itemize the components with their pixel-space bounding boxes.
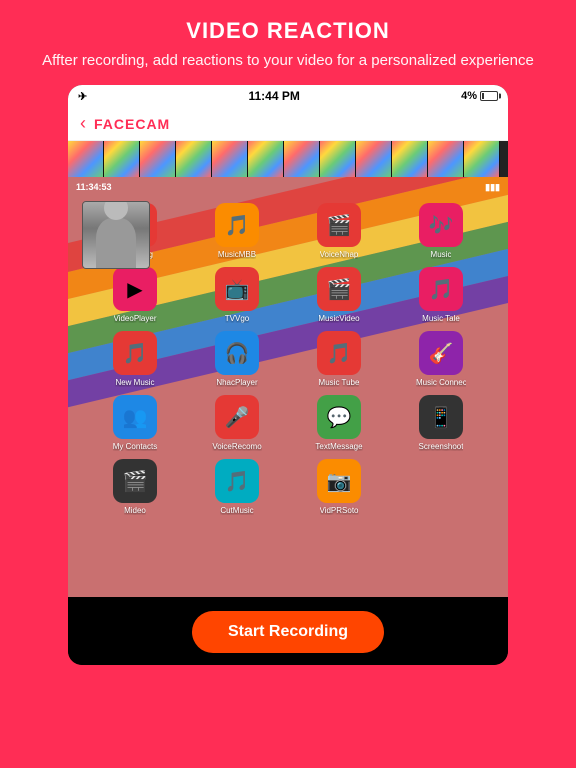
app-icon-label: Music Tube [319, 378, 360, 387]
header-section: VIDEO REACTION Affter recording, add rea… [0, 0, 576, 85]
app-icon-label: Music Connect [416, 378, 466, 387]
app-icon-img: 🎵 [215, 203, 259, 247]
list-item[interactable]: 🎸 Music Connect [394, 331, 488, 387]
list-item[interactable]: 📱 Screenshoot [394, 395, 488, 451]
list-item[interactable]: 🎤 VoiceRecomo [190, 395, 284, 451]
app-icon-label: TVVgo [225, 314, 249, 323]
app-icon-img: 📱 [419, 395, 463, 439]
back-button[interactable]: ‹ [80, 113, 86, 134]
app-icon-label: VoiceRecomo [212, 442, 261, 451]
list-item[interactable]: 👥 My Contacts [88, 395, 182, 451]
ios-screen: 11:34:53 ▮▮▮ 🔔 NhacTong 🎵 MusicMBB 🎬 Voi… [68, 177, 508, 597]
page-subtitle: Affter recording, add reactions to your … [30, 50, 546, 71]
filmstrip-cell [248, 141, 284, 177]
app-icon-label: TextMessage [315, 442, 362, 451]
list-item[interactable]: ▶ VideoPlayer [88, 267, 182, 323]
app-icon-label: My Contacts [113, 442, 157, 451]
battery-text: 4% [461, 90, 477, 102]
facecam-overlay [82, 201, 150, 269]
person-body [96, 218, 136, 268]
app-icon-label: MusicMBB [218, 250, 256, 259]
status-left: ✈ [78, 90, 87, 103]
filmstrip-cell [356, 141, 392, 177]
app-icon-img: 🎵 [113, 331, 157, 375]
app-icon-img: 🎶 [419, 203, 463, 247]
app-icon-img: 🎬 [113, 459, 157, 503]
app-icon-label: Screenshoot [419, 442, 464, 451]
app-icon-label: NhacPlayer [216, 378, 257, 387]
app-icon-img: 🎵 [419, 267, 463, 311]
filmstrip-cell [320, 141, 356, 177]
list-item[interactable]: 🎬 VoiceNhap [292, 203, 386, 259]
app-icon-img: 🎸 [419, 331, 463, 375]
app-icon-label: VideoPlayer [114, 314, 157, 323]
app-icon-label: CutMusic [220, 506, 253, 515]
status-time: 11:44 PM [248, 89, 299, 103]
filmstrip-cell [428, 141, 464, 177]
list-item[interactable]: 💬 TextMessage [292, 395, 386, 451]
airplane-icon: ✈ [78, 90, 87, 103]
filmstrip-cell [104, 141, 140, 177]
battery-icon [480, 91, 498, 101]
list-item[interactable]: 📺 TVVgo [190, 267, 284, 323]
list-item[interactable]: 🎵 CutMusic [190, 459, 284, 515]
app-icon-img: 📺 [215, 267, 259, 311]
app-icon-img: 👥 [113, 395, 157, 439]
list-item[interactable]: 🎶 Music [394, 203, 488, 259]
phone-frame: ✈ 11:44 PM 4% ‹ FACECAM [68, 85, 508, 665]
app-icon-label: Mideo [124, 506, 146, 515]
app-icon-img: 🎧 [215, 331, 259, 375]
list-item[interactable]: 🎵 Music Tale [394, 267, 488, 323]
app-icon-img: 🎵 [317, 331, 361, 375]
app-icon-img: 💬 [317, 395, 361, 439]
app-icon-img: ▶ [113, 267, 157, 311]
filmstrip-cell [176, 141, 212, 177]
list-item[interactable]: 📷 VidPRSoto [292, 459, 386, 515]
app-icon-img: 🎬 [317, 267, 361, 311]
filmstrip-cell [140, 141, 176, 177]
app-icon-label: Music Tale [422, 314, 460, 323]
status-right: 4% [461, 90, 498, 102]
nav-bar: ‹ FACECAM [68, 107, 508, 141]
person-head [104, 201, 128, 220]
record-button-area: Start Recording [68, 597, 508, 665]
app-icon-img: 🎤 [215, 395, 259, 439]
list-item[interactable]: 🎬 Mideo [88, 459, 182, 515]
filmstrip [68, 141, 508, 177]
app-icon-img: 📷 [317, 459, 361, 503]
list-item[interactable]: 🎧 NhacPlayer [190, 331, 284, 387]
page-title: VIDEO REACTION [30, 18, 546, 44]
app-icon-img: 🎵 [215, 459, 259, 503]
ios-time: 11:34:53 [76, 182, 112, 192]
ios-battery: ▮▮▮ [485, 182, 500, 193]
filmstrip-cell [68, 141, 104, 177]
filmstrip-cell [392, 141, 428, 177]
list-item[interactable]: 🎵 MusicMBB [190, 203, 284, 259]
status-bar: ✈ 11:44 PM 4% [68, 85, 508, 107]
battery-fill [482, 93, 484, 99]
filmstrip-cell [212, 141, 248, 177]
list-item[interactable]: 🎵 Music Tube [292, 331, 386, 387]
app-icon-label: Music [431, 250, 452, 259]
list-item[interactable]: 🎵 New Music [88, 331, 182, 387]
app-icon-label: VoiceNhap [320, 250, 359, 259]
nav-title: FACECAM [94, 116, 170, 132]
filmstrip-cell [284, 141, 320, 177]
app-icon-label: MusicVideo [318, 314, 359, 323]
start-recording-button[interactable]: Start Recording [192, 611, 384, 653]
facecam-video [83, 202, 149, 268]
app-icon-label: New Music [115, 378, 154, 387]
ios-status-bar: 11:34:53 ▮▮▮ [68, 177, 508, 197]
list-item[interactable]: 🎬 MusicVideo [292, 267, 386, 323]
app-icon-img: 🎬 [317, 203, 361, 247]
app-icon-label: VidPRSoto [320, 506, 359, 515]
filmstrip-cell [464, 141, 500, 177]
